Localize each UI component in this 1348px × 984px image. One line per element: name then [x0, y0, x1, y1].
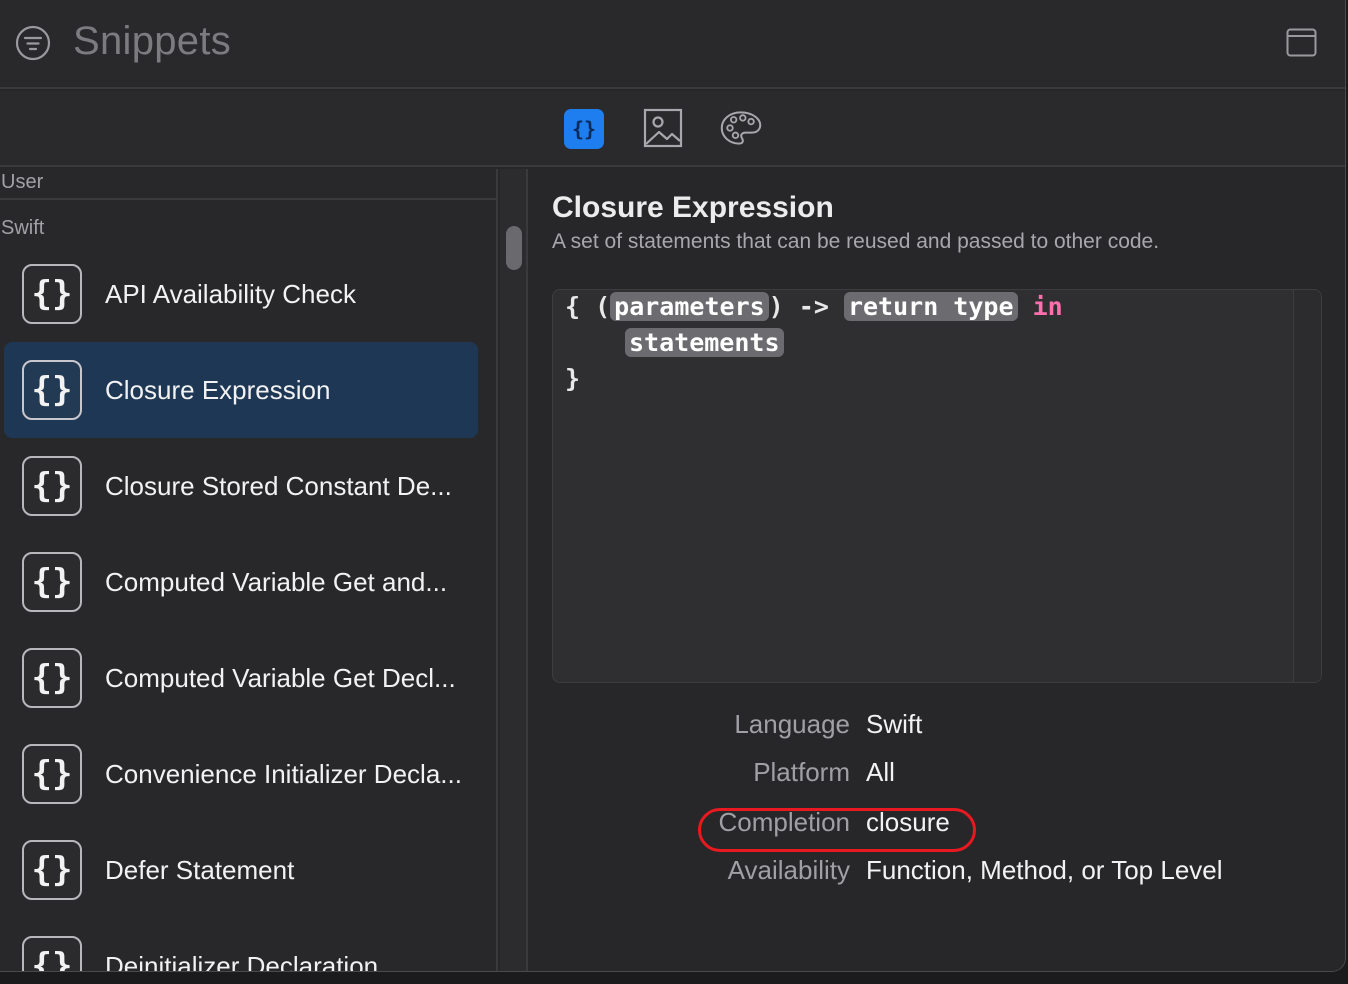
code-scrollbar[interactable]	[1293, 290, 1321, 682]
list-item-label: Closure Stored Constant De...	[105, 471, 452, 501]
snippet-detail: Closure Expression A set of statements t…	[530, 169, 1345, 971]
list-item-label: Defer Statement	[105, 855, 295, 885]
snippet-list: {} API Availability Check {} Closure Exp…	[4, 246, 478, 972]
placeholder-return-type: return type	[843, 292, 1018, 321]
meta-platform-label: Platform	[753, 757, 850, 787]
list-item[interactable]: {} Computed Variable Get and...	[4, 534, 478, 630]
list-item[interactable]: {} Deinitializer Declaration	[4, 918, 478, 972]
section-header-swift: Swift	[1, 217, 45, 239]
curly-braces-icon: {}	[22, 648, 82, 708]
sidebar-scrollbar	[500, 169, 528, 971]
code-open: { (	[565, 292, 611, 321]
list-item-label: Convenience Initializer Decla...	[105, 759, 462, 789]
list-item[interactable]: {} Convenience Initializer Decla...	[4, 726, 478, 822]
snippet-sidebar: User Swift {} API Availability Check {} …	[0, 169, 498, 972]
snippet-description: A set of statements that can be reused a…	[552, 230, 1160, 253]
list-item[interactable]: {} Defer Statement	[4, 822, 478, 918]
snippet-title: Closure Expression	[552, 191, 834, 224]
meta-language: Language Swift	[530, 709, 1345, 743]
window-title: Snippets	[73, 19, 232, 63]
curly-braces-icon: {}	[22, 360, 82, 420]
keyword-in: in	[1032, 292, 1063, 321]
code-line-2: statements	[625, 328, 784, 357]
list-item[interactable]: {} API Availability Check	[4, 246, 478, 342]
curly-braces-icon: {}	[22, 936, 82, 971]
section-header-user: User	[1, 171, 44, 193]
list-item-label: Deinitializer Declaration	[105, 951, 379, 972]
tab-colors[interactable]	[719, 107, 763, 149]
curly-braces-icon: {}	[22, 456, 82, 516]
code-arrow: ) ->	[768, 292, 844, 321]
image-icon	[643, 108, 683, 148]
list-item-label: API Availability Check	[105, 279, 356, 309]
curly-braces-icon: {}	[571, 117, 597, 141]
meta-availability-label: Availability	[727, 855, 850, 885]
meta-platform-value: All	[866, 757, 895, 787]
curly-braces-icon: {}	[22, 264, 82, 324]
code-line-3: }	[565, 364, 580, 393]
code-preview[interactable]: { (parameters) -> return type in stateme…	[552, 289, 1322, 683]
scrollbar-thumb[interactable]	[506, 226, 522, 270]
list-item[interactable]: {} Computed Variable Get Decl...	[4, 630, 478, 726]
code-close: }	[565, 364, 581, 393]
meta-language-value: Swift	[866, 709, 923, 739]
title-bar: Snippets	[0, 0, 1345, 89]
list-item-selected[interactable]: {} Closure Expression	[4, 342, 478, 438]
meta-language-label: Language	[734, 709, 850, 739]
meta-availability: Availability Function, Method, or Top Le…	[530, 855, 1345, 889]
meta-availability-value: Function, Method, or Top Level	[866, 855, 1223, 885]
palette-icon	[720, 111, 762, 145]
list-item-label: Computed Variable Get and...	[105, 567, 448, 597]
window-layout-icon[interactable]	[1286, 27, 1317, 58]
curly-braces-icon: {}	[22, 552, 82, 612]
list-item-label: Computed Variable Get Decl...	[105, 663, 456, 693]
tab-code-snippets[interactable]: {}	[564, 109, 604, 149]
curly-braces-icon: {}	[22, 744, 82, 804]
meta-platform: Platform All	[530, 757, 1345, 791]
snippets-window: Snippets {} User Swift {} API Availabili…	[0, 0, 1346, 972]
tab-media[interactable]	[641, 107, 685, 149]
placeholder-parameters: parameters	[610, 292, 769, 321]
curly-braces-icon: {}	[22, 840, 82, 900]
completion-highlight-annotation	[698, 808, 976, 852]
code-line-1: { (parameters) -> return type in	[565, 292, 1063, 321]
library-toolbar: {}	[0, 91, 1345, 167]
placeholder-statements: statements	[625, 328, 784, 357]
list-item[interactable]: {} Closure Stored Constant De...	[4, 438, 478, 534]
filter-icon[interactable]	[15, 25, 51, 61]
list-item-label: Closure Expression	[105, 375, 331, 405]
section-divider	[0, 198, 496, 200]
